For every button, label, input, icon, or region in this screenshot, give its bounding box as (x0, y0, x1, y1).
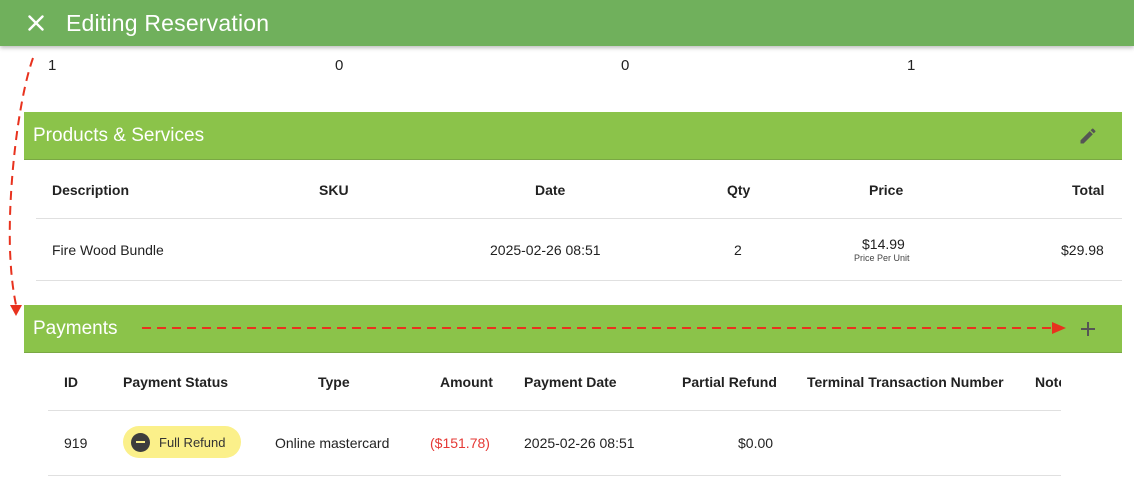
divider (48, 475, 1061, 476)
column-header: Note (1035, 374, 1061, 390)
column-header: Partial Refund (682, 374, 777, 390)
status-label: Full Refund (159, 434, 226, 450)
payment-id: 919 (64, 435, 88, 451)
column-header: ID (64, 374, 78, 390)
page-title: Editing Reservation (66, 9, 270, 36)
column-header: Amount (440, 374, 493, 390)
payment-amount: ($151.78) (430, 435, 490, 451)
divider (48, 410, 1061, 411)
payment-type: Online mastercard (275, 435, 390, 451)
payment-date: 2025-02-26 08:51 (524, 435, 635, 451)
column-header: Payment Date (524, 374, 617, 390)
partial-refund: $0.00 (738, 435, 774, 451)
minus-circle-icon (131, 432, 150, 452)
close-button[interactable] (25, 12, 47, 34)
close-icon (28, 15, 44, 31)
payments-table: ID Payment Status Type Amount Payment Da… (0, 0, 1134, 492)
column-header: Terminal Transaction Number (807, 374, 1004, 390)
status-badge: Full Refund (123, 426, 241, 458)
column-header: Payment Status (123, 374, 229, 390)
column-header: Type (318, 374, 350, 390)
app-bar: Editing Reservation (0, 0, 1134, 46)
